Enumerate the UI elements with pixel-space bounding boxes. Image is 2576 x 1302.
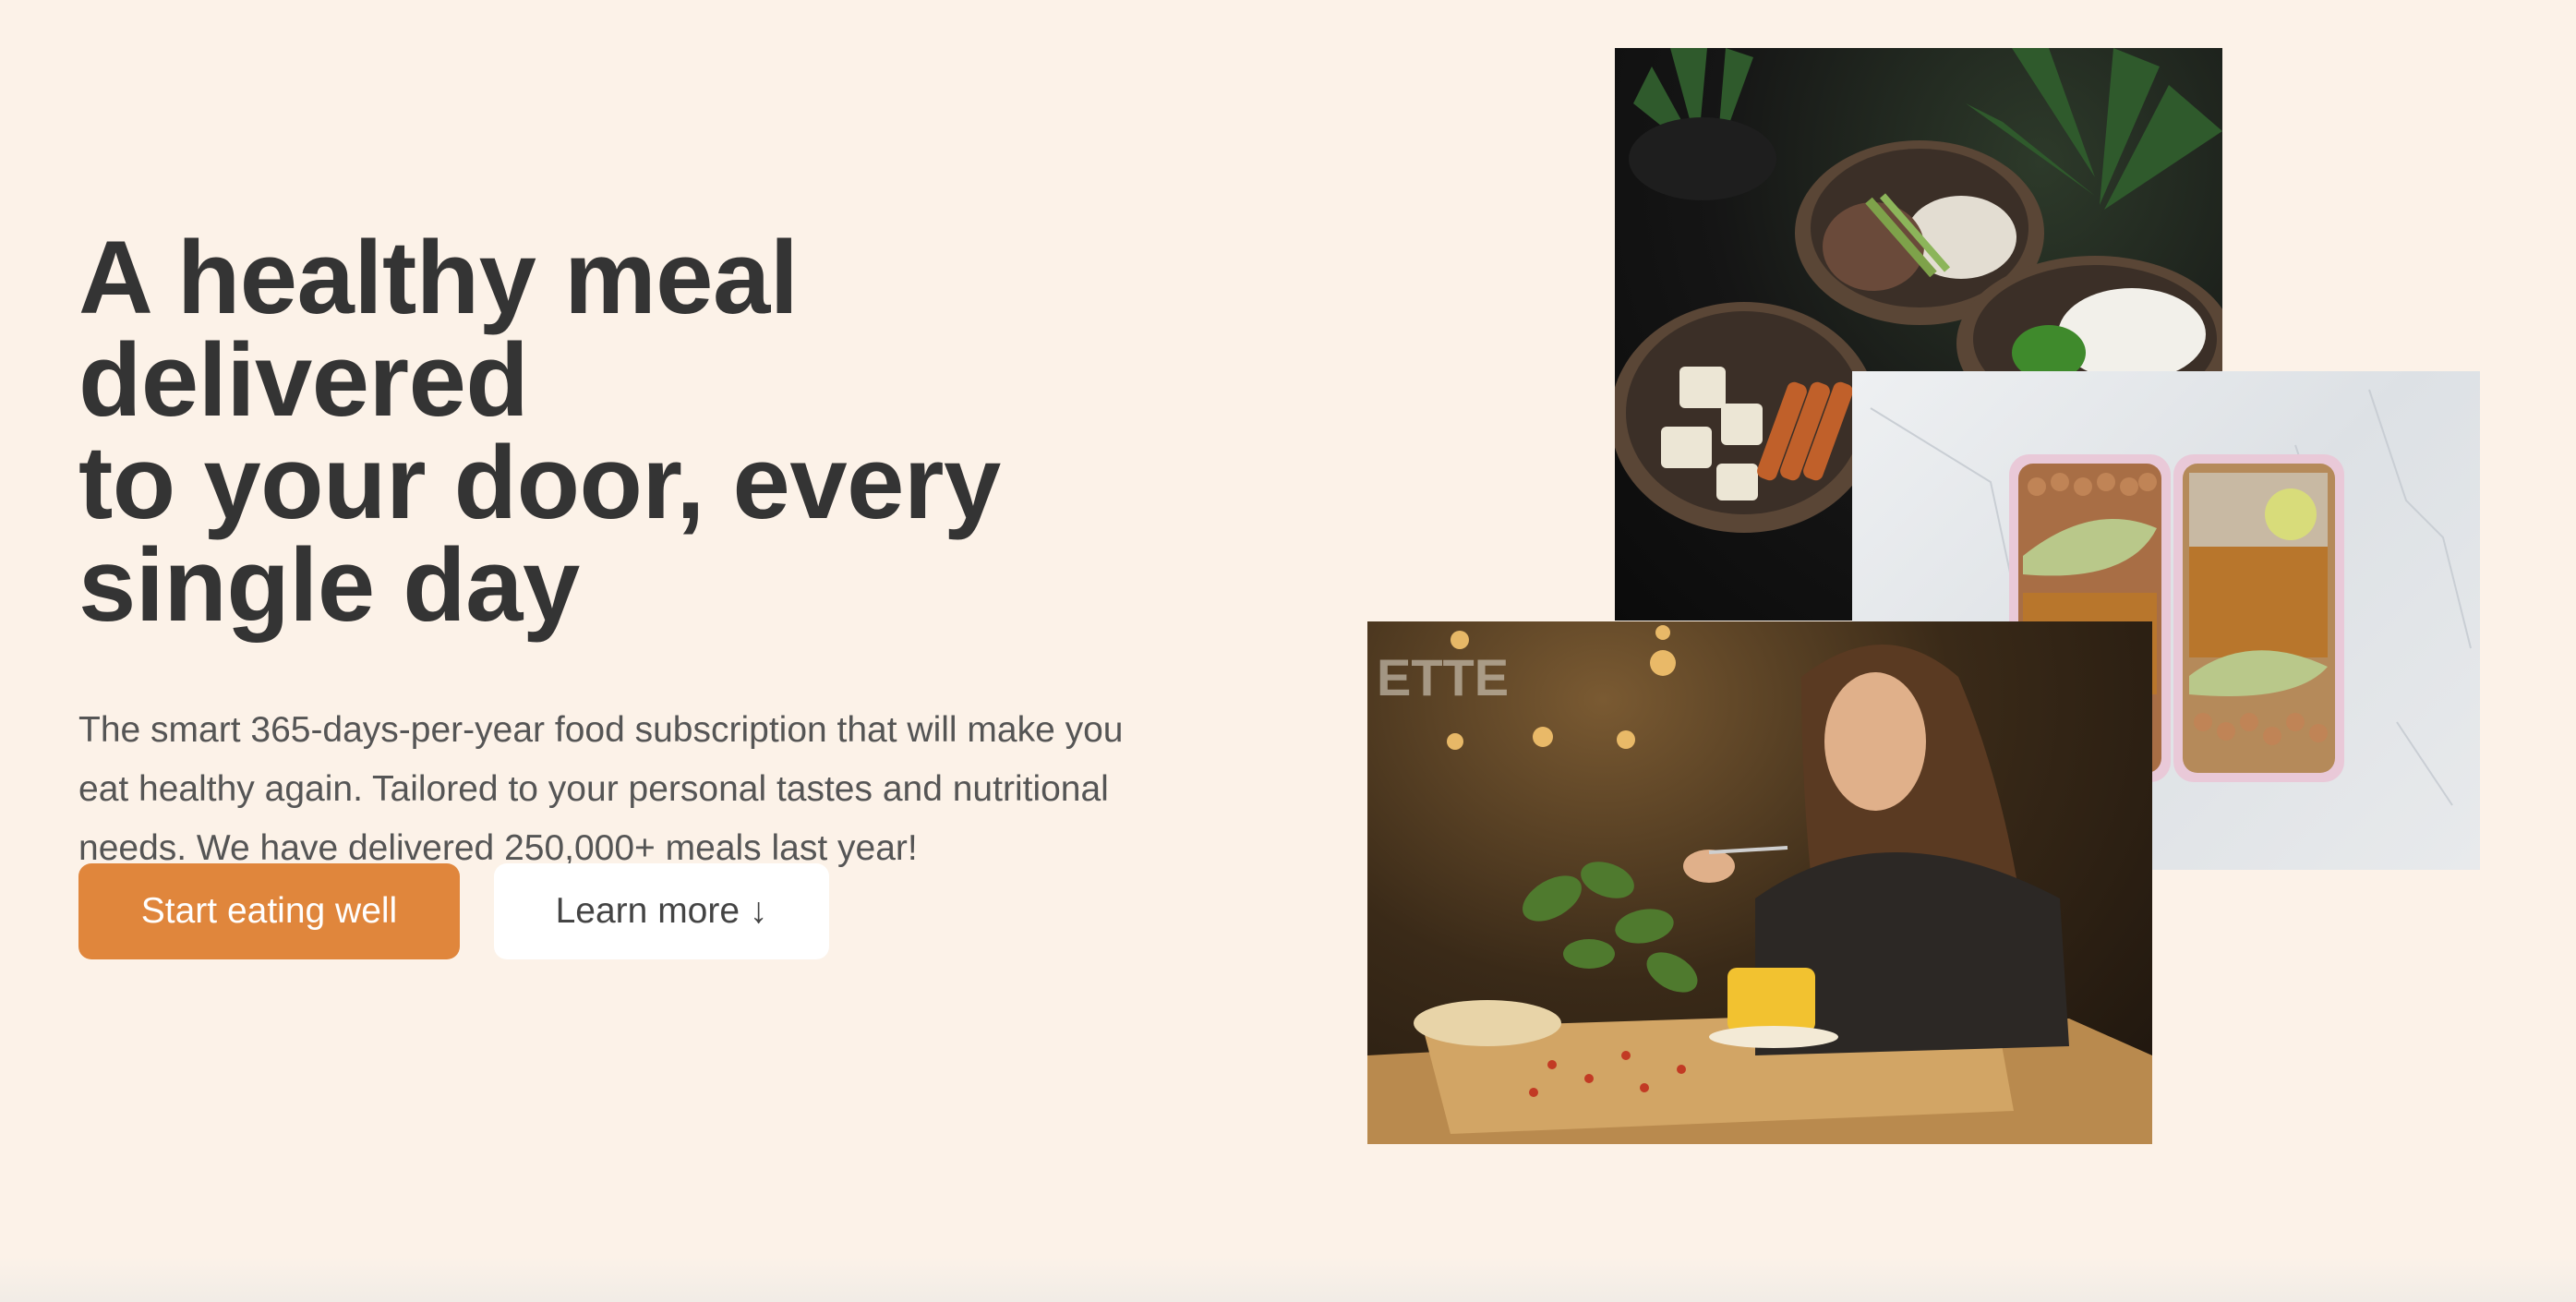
svg-text:ETTE: ETTE [1377, 648, 1509, 706]
hero-title-line-3: single day [78, 527, 580, 643]
hero-description: The smart 365-days-per-year food subscri… [78, 701, 1251, 878]
start-eating-well-button[interactable]: Start eating well [78, 863, 460, 959]
learn-more-button[interactable]: Learn more ↓ [494, 863, 829, 959]
hero-title-line-1: A healthy meal delivered [78, 220, 799, 438]
hero-description-line-3: needs. We have delivered 250,000+ meals … [78, 828, 918, 868]
bottom-edge-fade [0, 1256, 2576, 1302]
hero-title: A healthy meal delivered to your door, e… [78, 226, 1251, 637]
hero-text: A healthy meal delivered to your door, e… [78, 226, 1251, 878]
hero-title-line-2: to your door, every [78, 425, 1001, 540]
hero-description-line-2: eat healthy again. Tailored to your pers… [78, 769, 1109, 809]
cta-row: Start eating well Learn more ↓ [78, 863, 829, 959]
hero-description-line-1: The smart 365-days-per-year food subscri… [78, 710, 1124, 750]
woman-eating-photo: ETTE [1367, 621, 2152, 1144]
